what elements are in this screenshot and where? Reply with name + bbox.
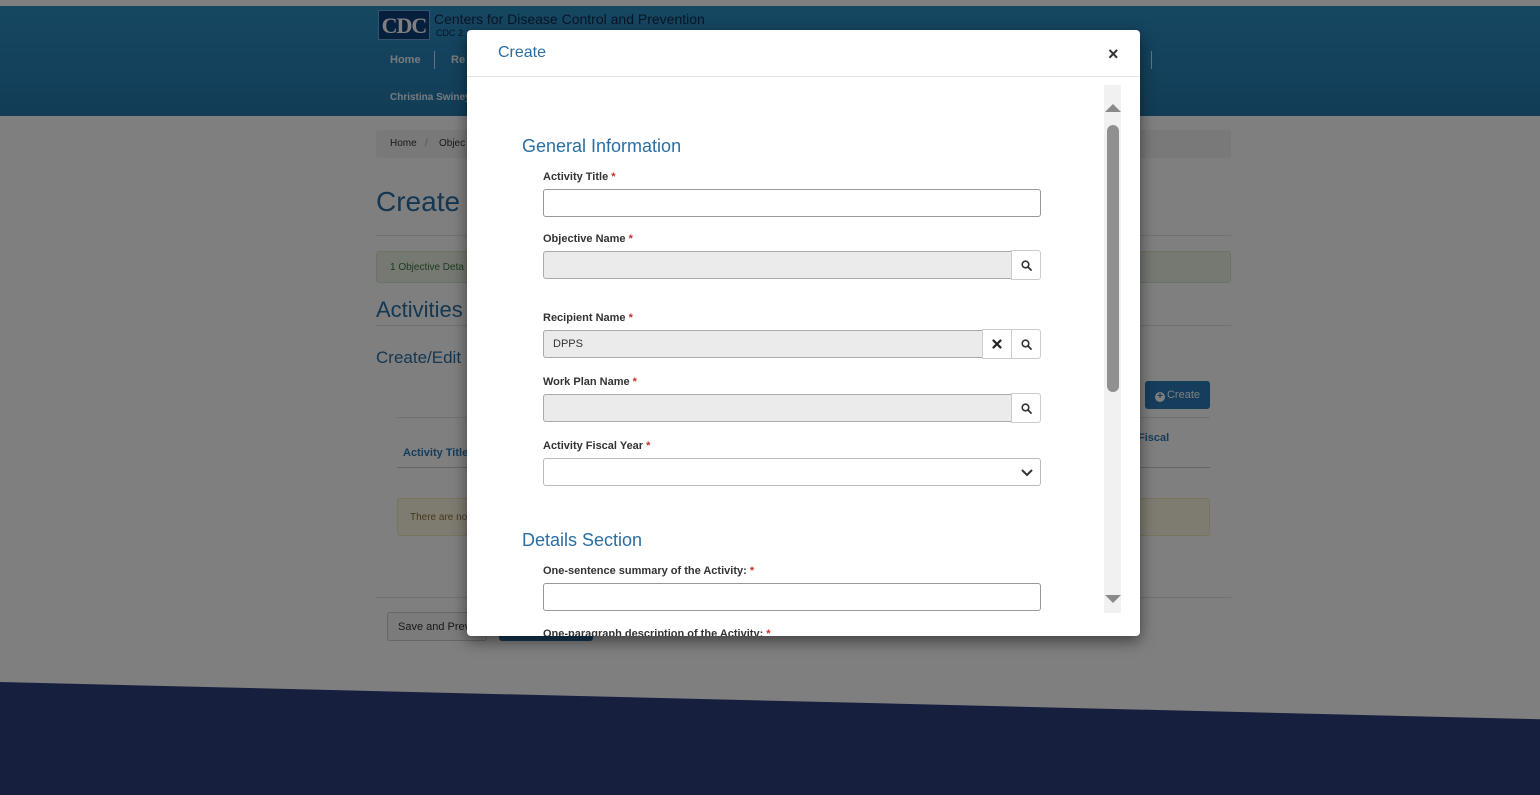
objective-name-label: Objective Name * (543, 233, 633, 245)
modal-header: Create × (467, 30, 1140, 77)
details-section-heading: Details Section (522, 530, 643, 550)
search-icon (1020, 259, 1032, 271)
scroll-up-arrow-icon[interactable] (1105, 104, 1121, 112)
work-plan-search-button[interactable] (1011, 393, 1041, 423)
summary-label: One-sentence summary of the Activity: * (543, 565, 755, 577)
general-information-heading: General Information (522, 136, 682, 156)
summary-input[interactable] (543, 583, 1041, 611)
work-plan-name-label: Work Plan Name * (543, 376, 637, 388)
recipient-clear-button[interactable] (982, 329, 1012, 359)
search-icon (1020, 402, 1032, 414)
activity-title-input[interactable] (543, 189, 1041, 217)
work-plan-name-input[interactable] (543, 394, 1012, 422)
objective-name-input[interactable] (543, 251, 1012, 279)
modal-title: Create (498, 44, 547, 61)
objective-search-button[interactable] (1011, 250, 1041, 280)
recipient-name-label: Recipient Name * (543, 312, 633, 324)
close-icon[interactable]: × (1108, 44, 1119, 64)
modal-body: General Information Activity Title * Obj… (467, 78, 1140, 636)
description-label: One-paragraph description of the Activit… (543, 628, 771, 636)
recipient-name-input[interactable] (543, 330, 983, 358)
scrollbar-thumb[interactable] (1107, 125, 1119, 392)
scroll-down-arrow-icon[interactable] (1105, 595, 1121, 603)
recipient-search-button[interactable] (1011, 329, 1041, 359)
fiscal-year-select[interactable] (543, 458, 1041, 486)
clear-icon (992, 339, 1002, 349)
chevron-down-icon (1021, 469, 1033, 477)
activity-title-label: Activity Title * (543, 171, 616, 183)
search-icon (1020, 338, 1032, 350)
create-activity-modal: Create × General Information Activity Ti… (467, 30, 1140, 636)
fiscal-year-label: Activity Fiscal Year * (543, 440, 651, 452)
